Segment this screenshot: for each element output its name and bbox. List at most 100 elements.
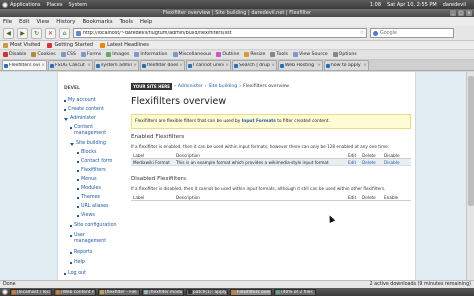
- breadcrumb-site-building[interactable]: Site building: [209, 84, 238, 89]
- taskbar-item[interactable]: [flexfilter.modul...: [142, 288, 184, 296]
- sidebar-item-user-management[interactable]: User management: [70, 233, 114, 244]
- information-icon: [134, 52, 140, 57]
- stop-icon[interactable]: ✕: [45, 27, 56, 39]
- devtool-information[interactable]: Information: [134, 52, 168, 57]
- drupal-icon: [234, 63, 238, 68]
- tab-flexifilters-overview[interactable]: Flexfilters over...×: [2, 60, 47, 70]
- applications-menu[interactable]: Applications: [2, 1, 41, 8]
- menu-history[interactable]: History: [56, 19, 75, 25]
- sidebar-item-create-content[interactable]: Create content: [64, 107, 104, 113]
- places-menu[interactable]: Places: [47, 2, 63, 8]
- bookmark-most-visited[interactable]: Most Visited: [3, 42, 40, 48]
- forward-icon[interactable]: ▶: [17, 27, 28, 39]
- menu-file[interactable]: File: [3, 19, 12, 25]
- close-icon[interactable]: ×: [466, 10, 472, 16]
- panel-indicator[interactable]: 1:08: [370, 2, 381, 8]
- sidebar-item-help[interactable]: Help: [70, 260, 85, 266]
- breadcrumb-current: Flexifilters overview: [243, 84, 290, 89]
- sidebar-item-reports[interactable]: Reports: [70, 250, 92, 256]
- sidebar-item-administer[interactable]: Administer: [64, 116, 96, 122]
- page-scrollbar[interactable]: [466, 72, 474, 280]
- menu-edit[interactable]: Edit: [19, 19, 29, 25]
- tab-close-icon[interactable]: ×: [179, 63, 183, 68]
- back-icon[interactable]: ◀: [3, 27, 14, 39]
- sidebar-item-themes[interactable]: Themes: [77, 195, 100, 201]
- input-formats-link[interactable]: Input Formats: [242, 119, 276, 124]
- taskbar-item-active[interactable]: Flexifilters overvi...: [230, 288, 272, 296]
- clock[interactable]: Sat Apr 10, 2:55 PM: [387, 2, 437, 8]
- tab-close-icon[interactable]: ×: [225, 63, 229, 68]
- menu-tools[interactable]: Tools: [120, 19, 133, 25]
- window-titlebar[interactable]: Flexifilter overview | Site building | d…: [0, 9, 474, 17]
- outline-icon: [216, 52, 222, 57]
- maximize-icon[interactable]: □: [458, 10, 464, 16]
- sidebar-item-my-account[interactable]: My account: [64, 98, 96, 104]
- delete-link[interactable]: Delete: [362, 160, 384, 165]
- devtool-options[interactable]: Options: [332, 52, 357, 57]
- sidebar-item-log-out[interactable]: Log out: [64, 271, 86, 277]
- devtool-view-source[interactable]: View Source: [292, 52, 328, 57]
- taskbar-item[interactable]: (40% of 2 files -...: [274, 288, 316, 296]
- devtool-outline[interactable]: Outline: [216, 52, 239, 57]
- devtool-cookies[interactable]: Cookies: [31, 52, 56, 57]
- tab-close-icon[interactable]: ×: [133, 63, 137, 68]
- minimize-icon[interactable]: _: [450, 10, 456, 16]
- tab-close-icon[interactable]: ×: [363, 63, 367, 68]
- disable-link[interactable]: Disable: [384, 160, 411, 165]
- sidebar-item-content-management[interactable]: Content management: [70, 125, 114, 136]
- devtool-images[interactable]: Images: [106, 52, 129, 57]
- resize-icon: [244, 52, 250, 57]
- sidebar-item-site-configuration[interactable]: Site configuration: [70, 223, 117, 229]
- taskbar-item[interactable]: [flexfilter - File B...: [98, 288, 140, 296]
- sidebar-item-contact-form[interactable]: Contact form: [77, 159, 112, 165]
- site-name-link[interactable]: YOUR SITE HERE: [131, 83, 172, 90]
- edit-link[interactable]: Edit: [348, 160, 362, 165]
- devtool-resize[interactable]: Resize: [244, 52, 265, 57]
- taskbar-item[interactable]: [Web content m...: [54, 288, 96, 296]
- tab-flexfilter-does[interactable]: flexfilter does...×: [140, 60, 185, 70]
- scrollbar-thumb[interactable]: [468, 76, 474, 206]
- search-input[interactable]: Google: [370, 28, 454, 38]
- show-desktop-icon[interactable]: [2, 289, 8, 295]
- tab-cannot-uninstall[interactable]: I cannot unins...×: [186, 60, 231, 70]
- home-icon[interactable]: ⌂: [59, 27, 70, 39]
- tab-fsug-calicut[interactable]: FSUG Calicut |...×: [48, 60, 93, 70]
- tab-system-admin[interactable]: system admini...×: [94, 60, 139, 70]
- tab-close-icon[interactable]: ×: [317, 63, 321, 68]
- bookmark-star-icon[interactable]: ☆: [360, 31, 364, 36]
- reload-icon[interactable]: ↻: [31, 27, 42, 39]
- menu-bookmarks[interactable]: Bookmarks: [82, 19, 112, 25]
- system-menu[interactable]: System: [68, 2, 87, 8]
- sidebar-item-blocks[interactable]: Blocks: [77, 150, 96, 156]
- search-engine-icon[interactable]: [373, 30, 378, 36]
- tab-web-hosting[interactable]: Web Hosting S...×: [278, 60, 323, 70]
- menu-view[interactable]: View: [36, 19, 49, 25]
- taskbar-item[interactable]: patch(1): apply...: [186, 288, 228, 296]
- sidebar-item-flexifilters[interactable]: Flexifilters: [77, 168, 106, 174]
- url-bar[interactable]: http://localhost/~daredevil/flugtum/admi…: [73, 28, 367, 38]
- tab-close-icon[interactable]: ×: [87, 63, 91, 68]
- user-name[interactable]: daredevil: [443, 2, 466, 8]
- tab-how-to-apply[interactable]: how to apply a...×: [324, 60, 369, 70]
- tab-close-icon[interactable]: ×: [41, 63, 45, 68]
- devtool-tools[interactable]: Tools: [270, 52, 288, 57]
- disabled-flexifilters-table: Label Description Edit Delete Enable: [131, 195, 411, 201]
- site-favicon-icon: [96, 63, 100, 68]
- tab-close-icon[interactable]: ×: [271, 63, 275, 68]
- taskbar-item[interactable]: [localhost / local...: [10, 288, 52, 296]
- devtool-css[interactable]: CSS: [60, 52, 76, 57]
- bookmark-latest-headlines[interactable]: Latest Headlines: [100, 42, 149, 48]
- bookmark-getting-started[interactable]: Getting Started: [47, 42, 93, 48]
- downloads-status[interactable]: 2 active downloads (9 minutes remaining): [370, 282, 471, 287]
- devtool-disable[interactable]: Disable: [3, 52, 26, 57]
- devtool-forms[interactable]: Forms: [80, 52, 101, 57]
- sidebar-item-url-aliases[interactable]: URL aliases: [77, 204, 109, 210]
- menu-help[interactable]: Help: [140, 19, 152, 25]
- sidebar-item-views[interactable]: Views: [77, 213, 95, 219]
- breadcrumb-administer[interactable]: Administer: [178, 84, 203, 89]
- tab-search-drupal[interactable]: Search | drupa...×: [232, 60, 277, 70]
- sidebar-item-menus[interactable]: Menus: [77, 177, 97, 183]
- devtool-miscellaneous[interactable]: Miscellaneous: [172, 52, 211, 57]
- sidebar-item-site-building[interactable]: Site building: [70, 141, 106, 147]
- sidebar-item-modules[interactable]: Modules: [77, 186, 101, 192]
